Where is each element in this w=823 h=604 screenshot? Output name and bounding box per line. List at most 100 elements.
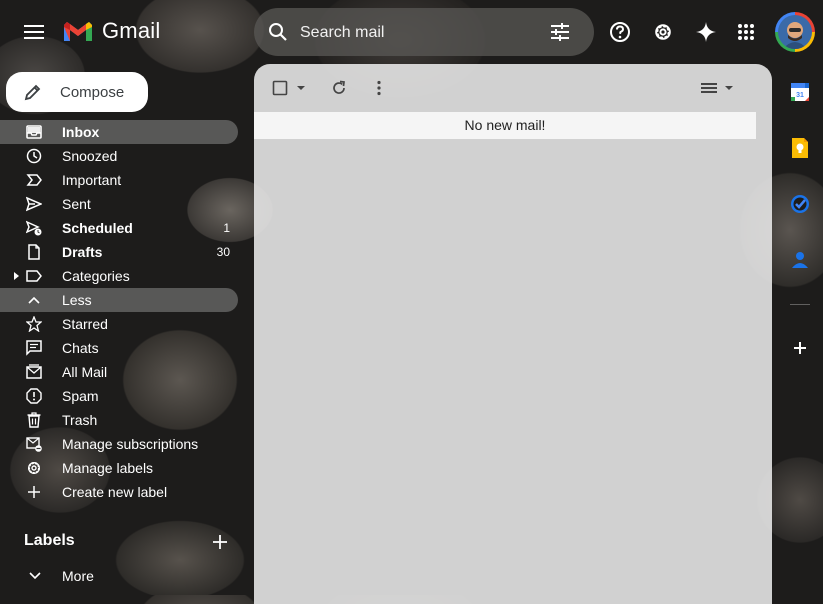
clock-icon (26, 148, 42, 164)
search-input[interactable] (298, 20, 542, 46)
svg-text:31: 31 (796, 92, 804, 99)
more-label: More (62, 568, 94, 584)
keep-icon[interactable] (788, 136, 812, 160)
nav-label: Drafts (62, 244, 103, 260)
chat-icon (26, 340, 42, 356)
get-addons-icon[interactable] (788, 336, 812, 360)
empty-inbox-message: No new mail! (254, 112, 756, 139)
nav-item-chats[interactable]: Chats (0, 336, 238, 360)
labels-heading: Labels (24, 532, 75, 549)
side-panel-rail: 31 (780, 64, 820, 595)
nav-label: Less (62, 292, 92, 308)
nav-label: Chats (62, 340, 99, 356)
nav-label: Starred (62, 316, 108, 332)
calendar-icon[interactable]: 31 (788, 80, 812, 104)
nav-item-drafts[interactable]: Drafts 30 (0, 240, 238, 264)
tasks-icon[interactable] (788, 192, 812, 216)
nav-item-sent[interactable]: Sent (0, 192, 238, 216)
scheduled-send-icon (26, 220, 42, 236)
nav-item-trash[interactable]: Trash (0, 408, 238, 432)
draft-icon (28, 244, 40, 260)
contacts-icon[interactable] (788, 248, 812, 272)
settings-button[interactable] (647, 16, 679, 48)
gear-icon (28, 462, 40, 474)
nav-label: Create new label (62, 484, 168, 500)
folder-list: Inbox Snoozed Important Sent Scheduled 1… (0, 120, 238, 504)
nav-label: Manage labels (62, 460, 154, 476)
search-options-icon[interactable] (548, 20, 572, 44)
hamburger-menu-icon (24, 25, 44, 39)
nav-item-starred[interactable]: Starred (0, 312, 238, 336)
support-button[interactable] (604, 16, 636, 48)
nav-label: All Mail (62, 364, 108, 380)
search-icon[interactable] (266, 20, 290, 44)
nav-label: Manage subscriptions (62, 436, 199, 452)
nav-label: Trash (62, 412, 98, 428)
main-menu-button[interactable] (18, 16, 50, 48)
more-actions-button[interactable] (370, 76, 388, 100)
nav-label: Categories (62, 268, 130, 284)
nav-item-less[interactable]: Less (0, 288, 238, 312)
nav-item-manage-subscriptions[interactable]: Manage subscriptions (0, 432, 238, 456)
nav-item-all-mail[interactable]: All Mail (0, 360, 238, 384)
account-avatar[interactable] (775, 12, 815, 52)
gmail-logo[interactable]: Gmail (62, 18, 160, 44)
more-vertical-icon (377, 80, 381, 96)
nav-item-scheduled[interactable]: Scheduled 1 (0, 216, 238, 240)
nav-item-manage-labels[interactable]: Manage labels (0, 456, 238, 480)
inbox-icon (26, 125, 42, 139)
nav-label: Inbox (62, 124, 100, 140)
list-density-icon (701, 83, 717, 93)
message-list-panel: No new mail! (254, 64, 772, 604)
compose-label: Compose (60, 83, 125, 101)
plus-icon (28, 486, 40, 498)
nav-item-categories[interactable]: Categories (0, 264, 238, 288)
chevron-down-icon (29, 572, 41, 580)
star-icon (26, 316, 42, 332)
nav-item-inbox[interactable]: Inbox (0, 120, 238, 144)
send-icon (26, 196, 42, 212)
refresh-button[interactable] (330, 76, 348, 100)
list-toolbar (254, 64, 772, 112)
nav-item-spam[interactable]: Spam (0, 384, 238, 408)
unsubscribe-icon (26, 437, 42, 452)
nav-item-create-new-label[interactable]: Create new label (0, 480, 238, 504)
trash-icon (27, 412, 41, 428)
gmail-m-icon (64, 22, 92, 41)
caret-down-icon[interactable] (296, 85, 306, 91)
select-all-checkbox[interactable] (272, 76, 306, 100)
app-name: Gmail (102, 18, 161, 43)
search-bar[interactable] (254, 8, 594, 56)
nav-label: Important (62, 172, 122, 188)
top-bar: Gmail (0, 0, 823, 64)
nav-item-snoozed[interactable]: Snoozed (0, 144, 238, 168)
add-label-icon[interactable] (210, 532, 230, 552)
compose-button[interactable]: Compose (6, 72, 148, 112)
rail-divider (790, 304, 810, 305)
nav-count: 1 (223, 221, 230, 235)
sparkle-icon (696, 22, 716, 42)
pencil-icon (24, 84, 41, 101)
nav-item-important[interactable]: Important (0, 168, 238, 192)
caret-right-icon[interactable] (14, 272, 20, 280)
nav-count: 30 (216, 245, 230, 259)
label-icon (26, 270, 42, 282)
gear-icon (655, 24, 671, 40)
labels-more-button[interactable]: More (26, 566, 226, 586)
all-mail-icon (26, 364, 42, 379)
nav-label: Spam (62, 388, 99, 404)
refresh-icon (333, 80, 345, 94)
label-important-icon (26, 174, 42, 186)
help-icon (610, 22, 630, 42)
chevron-up-icon (28, 296, 40, 304)
avatar-image (778, 15, 812, 49)
checkbox-icon (272, 80, 288, 96)
gemini-button[interactable] (690, 16, 722, 48)
nav-label: Snoozed (62, 148, 118, 164)
caret-down-icon (725, 86, 733, 90)
nav-label: Sent (62, 196, 91, 212)
nav-label: Scheduled (62, 220, 133, 236)
density-toggle[interactable] (700, 76, 734, 100)
google-apps-button[interactable] (730, 16, 762, 48)
apps-grid-icon (738, 24, 754, 40)
